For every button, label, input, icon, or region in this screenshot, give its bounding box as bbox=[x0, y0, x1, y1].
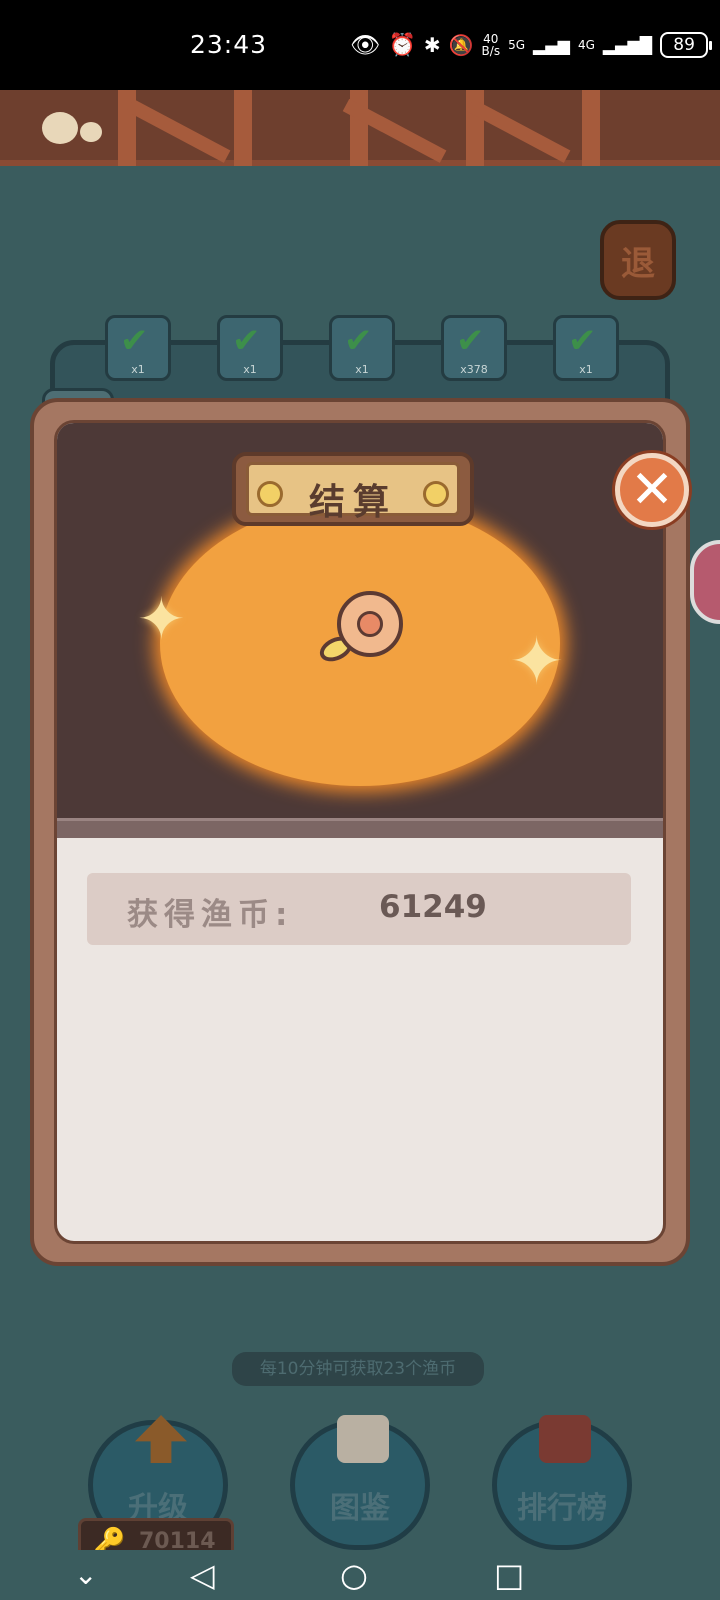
atlas-label: 图鉴 bbox=[330, 1491, 390, 1526]
battery-level: 89 bbox=[673, 35, 695, 55]
atlas-button[interactable]: 图鉴 bbox=[290, 1415, 430, 1550]
beam-diagonal bbox=[126, 98, 231, 163]
ranking-label: 排行榜 bbox=[517, 1491, 607, 1526]
recents-icon[interactable]: □ bbox=[494, 1558, 524, 1592]
dialog-content: ✦ ✦ ✦ 获得渔币: 61249 bbox=[54, 420, 666, 1244]
milestone-reward[interactable]: ✔ x1 bbox=[217, 315, 283, 381]
check-icon: ✔ bbox=[568, 321, 597, 361]
check-icon: ✔ bbox=[232, 321, 261, 361]
status-bar: 23:43 👁 ⏰ ✱ 🔕 40 B/s 5G ▂▄▆ 4G ▂▄▆█ 89 bbox=[0, 0, 720, 90]
check-icon: ✔ bbox=[456, 321, 485, 361]
bluetooth-icon: ✱ bbox=[423, 33, 441, 57]
check-icon: ✔ bbox=[344, 321, 373, 361]
dialog-title: 结算 bbox=[308, 482, 397, 523]
exit-label: 退 bbox=[621, 243, 655, 284]
result-label: 获得渔币: bbox=[127, 897, 294, 933]
net-speed: 40 B/s bbox=[481, 32, 501, 58]
clock: 23:43 bbox=[190, 30, 268, 59]
signal-5g-label: 5G bbox=[508, 38, 526, 52]
system-nav-bar: ⌄ ◁ ○ □ bbox=[0, 1550, 720, 1600]
result-value: 61249 bbox=[379, 889, 487, 925]
milestone-reward[interactable]: ✔ x1 bbox=[329, 315, 395, 381]
dialog-title-plate: 结算 bbox=[232, 452, 474, 526]
milestone-multiplier: x1 bbox=[579, 363, 593, 376]
milestone-reward[interactable]: ✔ x1 bbox=[105, 315, 171, 381]
beam-strut bbox=[582, 90, 600, 166]
book-icon bbox=[337, 1415, 389, 1463]
close-icon: ✕ bbox=[630, 460, 674, 520]
sparkle-icon: ✦ bbox=[137, 585, 186, 653]
home-icon[interactable]: ○ bbox=[340, 1558, 368, 1592]
close-button[interactable]: ✕ bbox=[615, 453, 689, 527]
alarm-icon: ⏰ bbox=[388, 32, 416, 58]
beam-strut bbox=[234, 90, 252, 166]
status-icons: 👁 ⏰ ✱ 🔕 40 B/s 5G ▂▄▆ 4G ▂▄▆█ 89 bbox=[350, 28, 713, 62]
wooden-beam bbox=[0, 90, 720, 166]
coin-tip: 每10分钟可获取23个渔币 bbox=[232, 1352, 484, 1386]
arrow-up-icon bbox=[135, 1415, 187, 1463]
signal-5g-icon: ▂▄▆ bbox=[533, 35, 570, 55]
milestone-reward[interactable]: ✔ x1 bbox=[553, 315, 619, 381]
signal-4g-icon: ▂▄▆█ bbox=[602, 35, 653, 55]
result-row: 获得渔币: 61249 bbox=[87, 873, 631, 945]
back-icon[interactable]: ◁ bbox=[190, 1558, 215, 1592]
exit-button[interactable]: 退 bbox=[600, 220, 676, 300]
settlement-dialog: ✦ ✦ ✦ 获得渔币: 61249 bbox=[30, 398, 690, 1266]
milestone-multiplier: x1 bbox=[355, 363, 369, 376]
ranking-button[interactable]: 排行榜 bbox=[492, 1415, 632, 1550]
signal-4g-label: 4G bbox=[577, 38, 595, 52]
battery-indicator: 89 bbox=[660, 32, 713, 58]
milestone-reward[interactable]: ✔ x378 bbox=[441, 315, 507, 381]
sparkle-icon: ✦ bbox=[509, 623, 565, 700]
ranking-board-icon bbox=[539, 1415, 591, 1463]
chicks-decoration bbox=[42, 108, 112, 148]
section-divider bbox=[57, 818, 663, 838]
milestone-multiplier: x378 bbox=[460, 363, 488, 376]
chevron-down-icon[interactable]: ⌄ bbox=[74, 1558, 97, 1592]
side-promo-bubble[interactable] bbox=[690, 540, 720, 624]
check-icon: ✔ bbox=[120, 321, 149, 361]
eye-icon: 👁 bbox=[350, 31, 381, 59]
mute-icon: 🔕 bbox=[448, 33, 474, 57]
milestone-multiplier: x1 bbox=[243, 363, 257, 376]
fish-bait-icon bbox=[337, 591, 403, 657]
milestone-multiplier: x1 bbox=[131, 363, 145, 376]
